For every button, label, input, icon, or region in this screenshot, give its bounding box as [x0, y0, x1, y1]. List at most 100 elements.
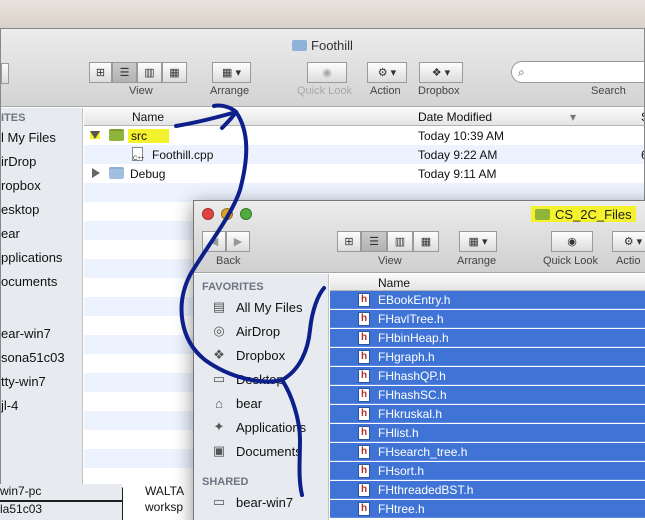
quicklook-label: Quick Look: [543, 255, 599, 267]
coverflow-view-button[interactable]: ▦: [413, 231, 439, 252]
back-window-titlebar: Foothill ⊞ ☰ ▥ ▦ View ▦ ▾ Arrange ◉ Quic…: [1, 29, 644, 107]
list-row-src[interactable]: src Today 10:39 AM: [84, 126, 644, 145]
folder-icon: [535, 208, 550, 220]
file-name: Foothill.cpp: [152, 148, 214, 162]
list-view-button[interactable]: ☰: [361, 231, 387, 252]
back-sidebar-item[interactable]: sona51c03: [1, 350, 65, 365]
back-sidebar-item[interactable]: jl-4: [1, 398, 18, 413]
back-list-header: Name Date Modified ▾ S: [84, 108, 644, 126]
coverflow-view-button[interactable]: ▦: [162, 62, 187, 83]
file-row[interactable]: h FHkruskal.h: [330, 405, 645, 423]
back-list-item[interactable]: WALTA: [145, 484, 184, 498]
list-row-foothill-cpp[interactable]: C++ Foothill.cpp Today 9:22 AM 6: [84, 145, 644, 164]
file-row[interactable]: h FHthreadedBST.h: [330, 481, 645, 499]
zoom-button[interactable]: [240, 208, 252, 220]
header-file-icon: h: [358, 331, 370, 345]
front-window-title: CS_2C_Files: [531, 206, 636, 222]
header-file-icon: h: [358, 445, 370, 459]
column-header-date[interactable]: Date Modified: [418, 110, 492, 124]
file-row[interactable]: h FHsearch_tree.h: [330, 443, 645, 461]
back-sidebar-item[interactable]: ear-win7: [1, 326, 51, 341]
header-file-icon: h: [358, 407, 370, 421]
back-sidebar-item[interactable]: ear: [1, 226, 20, 241]
arrange-label: Arrange: [210, 85, 250, 97]
file-row[interactable]: h FHhashSC.h: [330, 386, 645, 404]
home-icon: ⌂: [215, 395, 223, 411]
action-label: Action: [370, 85, 401, 97]
sidebar-item-dropbox[interactable]: ❖ Dropbox: [210, 345, 285, 365]
quicklook-button[interactable]: ◉: [307, 62, 347, 83]
header-file-icon: h: [358, 293, 370, 307]
sidebar-item-all-my-files[interactable]: ▤ All My Files: [210, 297, 303, 317]
arrange-button[interactable]: ▦ ▾: [212, 62, 251, 83]
column-header-name[interactable]: Name: [132, 110, 164, 124]
folder-icon: [109, 129, 124, 141]
dropbox-icon: ❖: [213, 347, 225, 362]
cpp-file-icon: C++: [132, 147, 144, 162]
sidebar-item-documents[interactable]: ▣ Documents: [210, 441, 302, 461]
header-file-icon: h: [358, 426, 370, 440]
search-input[interactable]: ⌕: [511, 61, 644, 83]
header-file-icon: h: [358, 312, 370, 326]
file-date: Today 9:11 AM: [418, 167, 497, 181]
sidebar-item-desktop[interactable]: ▭ Desktop: [210, 369, 284, 389]
header-file-icon: h: [358, 350, 370, 364]
front-file-list: Name h EBookEntry.h h FHavlTree.h h FHbinHe…: [330, 274, 645, 520]
disclosure-open-icon[interactable]: [90, 131, 100, 139]
forward-button[interactable]: [1, 63, 9, 84]
back-arrow-icon[interactable]: ◀: [202, 231, 226, 252]
desktop-icon: ▭: [212, 371, 226, 386]
back-sidebar-item[interactable]: la51c03: [0, 502, 122, 520]
minimize-button[interactable]: [221, 208, 233, 220]
front-window-titlebar: CS_2C_Files ◀ ▶ Back ⊞ ☰ ▥ ▦ View ▦ ▾ Ar…: [194, 201, 645, 273]
shared-header: SHARED: [202, 476, 249, 488]
file-row[interactable]: h FHlist.h: [330, 424, 645, 442]
arrange-button[interactable]: ▦ ▾: [459, 231, 497, 252]
sidebar-item-applications[interactable]: ✦ Applications: [210, 417, 307, 437]
file-row[interactable]: h FHhashQP.h: [330, 367, 645, 385]
list-view-button[interactable]: ☰: [112, 62, 137, 83]
quicklook-label: Quick Look: [297, 85, 353, 97]
action-button[interactable]: ⚙ ▾: [367, 62, 407, 83]
airdrop-icon: ◎: [213, 323, 225, 338]
back-sidebar-item[interactable]: esktop: [1, 202, 39, 217]
action-button[interactable]: ⚙ ▾: [612, 231, 645, 252]
back-sidebar-item[interactable]: win7-pc: [0, 484, 122, 500]
back-sidebar-item[interactable]: irDrop: [1, 154, 36, 169]
file-row[interactable]: h FHbinHeap.h: [330, 329, 645, 347]
back-sidebar: ITES l My Files irDrop ropbox esktop ear…: [1, 108, 83, 487]
sidebar-item-bear-win7[interactable]: ▭ bear-win7: [210, 492, 293, 512]
view-label: View: [129, 85, 153, 97]
column-header-size[interactable]: S: [641, 110, 644, 124]
file-size: 6: [641, 148, 644, 162]
back-sidebar-item[interactable]: l My Files: [1, 130, 56, 145]
back-sidebar-item[interactable]: ocuments: [1, 274, 57, 289]
file-row[interactable]: h FHsort.h: [330, 462, 645, 480]
network-computer-icon: ▭: [212, 494, 226, 509]
icon-view-button[interactable]: ⊞: [89, 62, 112, 83]
view-mode-group: ⊞ ☰ ▥ ▦: [337, 231, 439, 252]
back-sidebar-item[interactable]: tty-win7: [1, 374, 46, 389]
close-button[interactable]: [202, 208, 214, 220]
sidebar-item-airdrop[interactable]: ◎ AirDrop: [210, 321, 280, 341]
icon-view-button[interactable]: ⊞: [337, 231, 361, 252]
disclosure-closed-icon[interactable]: [92, 168, 100, 178]
file-row[interactable]: h FHgraph.h: [330, 348, 645, 366]
column-header-name[interactable]: Name: [378, 276, 410, 290]
file-date: Today 10:39 AM: [418, 129, 505, 143]
column-view-button[interactable]: ▥: [137, 62, 162, 83]
header-file-icon: h: [358, 388, 370, 402]
file-row[interactable]: h FHavlTree.h: [330, 310, 645, 328]
file-row[interactable]: h EBookEntry.h: [330, 291, 645, 309]
list-row-debug[interactable]: Debug Today 9:11 AM: [84, 164, 644, 183]
sidebar-item-bear[interactable]: ⌂ bear: [210, 393, 262, 413]
back-sidebar-item[interactable]: ropbox: [1, 178, 41, 193]
file-date: Today 9:22 AM: [418, 148, 498, 162]
column-view-button[interactable]: ▥: [387, 231, 413, 252]
forward-arrow-icon[interactable]: ▶: [226, 231, 250, 252]
quicklook-button[interactable]: ◉: [551, 231, 593, 252]
file-row[interactable]: h FHtree.h: [330, 500, 645, 518]
back-list-item[interactable]: worksp: [145, 500, 183, 514]
dropbox-button[interactable]: ❖ ▾: [419, 62, 463, 83]
back-sidebar-item[interactable]: pplications: [1, 250, 62, 265]
